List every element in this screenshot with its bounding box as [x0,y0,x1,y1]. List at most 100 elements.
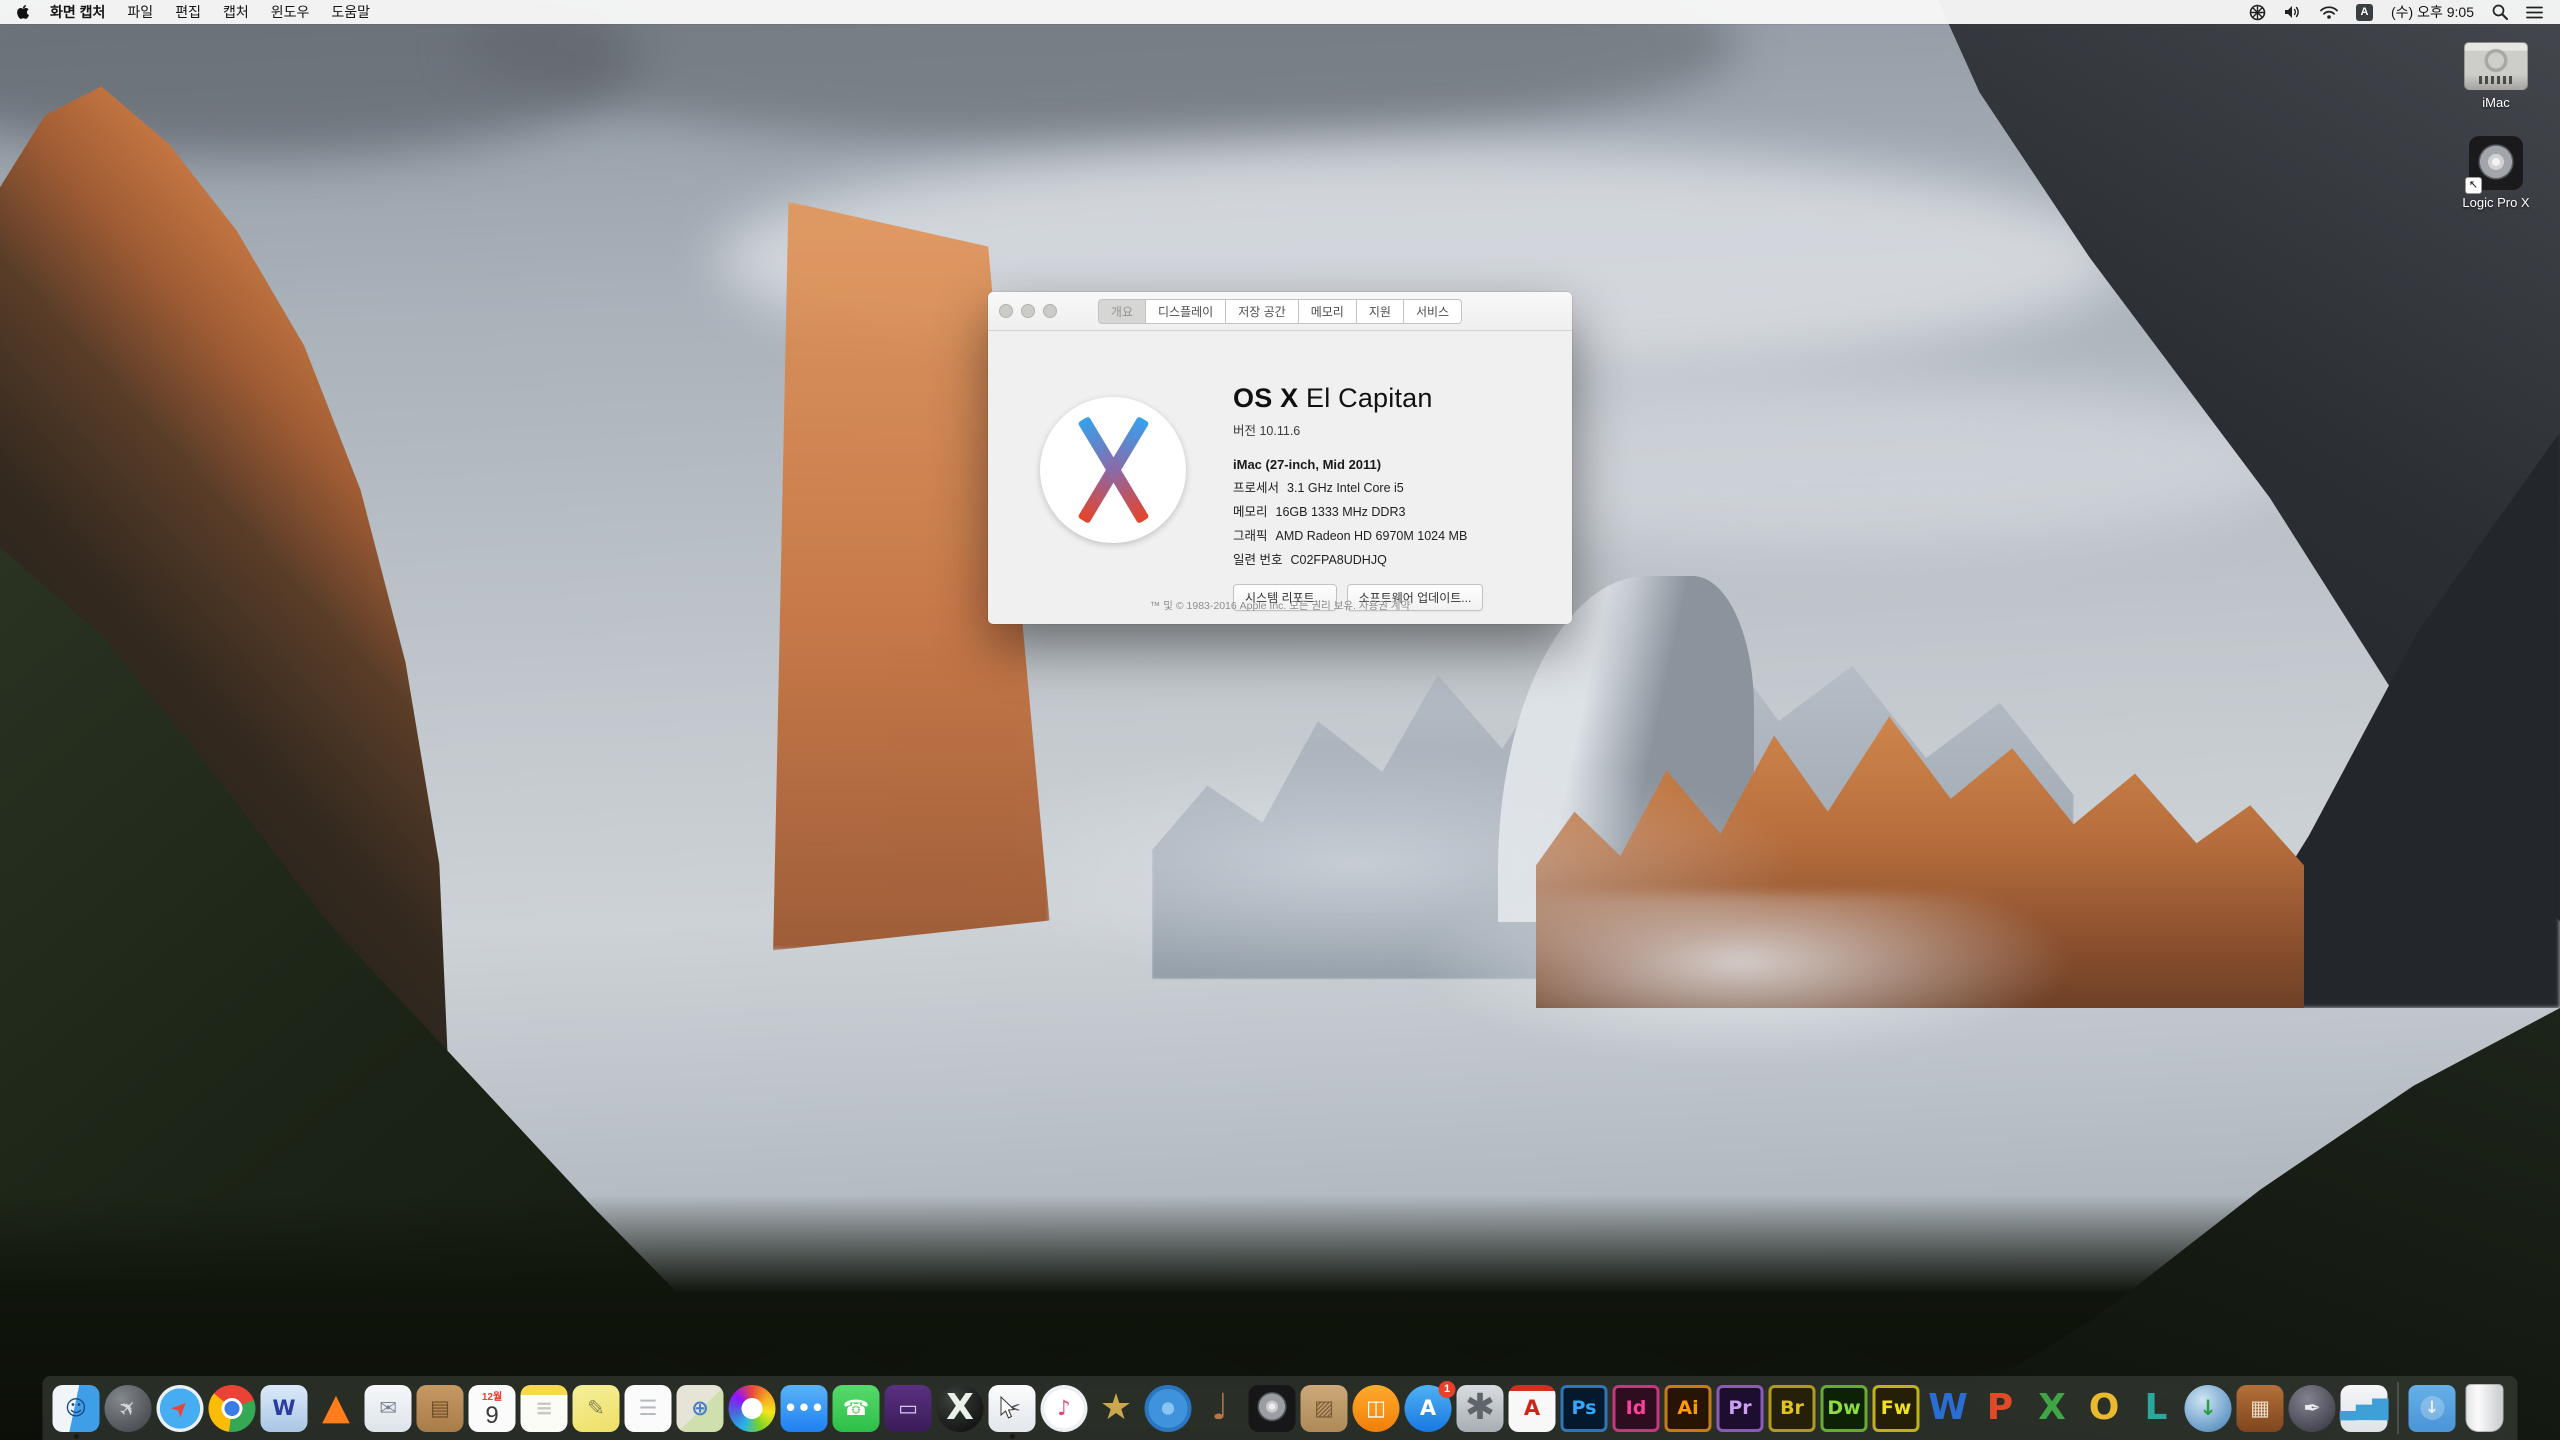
dock-acrobat[interactable]: A [1509,1385,1556,1432]
itunes-glyph: ♪ [1057,1398,1070,1419]
dock-notes[interactable]: ≡ [521,1385,568,1432]
about-tabs: 개요디스플레이저장 공간메모리지원서비스 [1098,299,1462,324]
tab-개요[interactable]: 개요 [1098,299,1146,324]
dock-lync[interactable]: L [2133,1385,2180,1432]
tab-메모리[interactable]: 메모리 [1298,299,1357,324]
minimize-button[interactable] [1021,304,1035,318]
dock-idvd[interactable] [1145,1385,1192,1432]
zoom-button[interactable] [1043,304,1057,318]
dock-outlook[interactable]: O [2081,1385,2128,1432]
powerpoint-glyph: P [1987,1390,2013,1426]
input-source-indicator: A [2356,4,2373,21]
calendar-month: 12월 [482,1388,502,1403]
spec-label: 그래픽 [1233,529,1268,543]
dock-finder[interactable]: ☺ [53,1385,100,1432]
word-glyph: W [1928,1390,1968,1426]
mail-glyph: ✉ [379,1398,397,1419]
indesign-glyph: Id [1626,1399,1647,1418]
spec-row: 그래픽AMD Radeon HD 6970M 1024 MB [1233,525,1563,544]
vlc-glyph: ▲ [322,1390,350,1426]
finder-glyph: ☺ [65,1398,87,1419]
dock-maps[interactable]: ⊕ [677,1385,724,1432]
window-titlebar[interactable]: 개요디스플레이저장 공간메모리지원서비스 [988,292,1572,331]
menubar-menus: 화면 캡처파일편집캡처윈도우도움말 [39,0,381,24]
dock-launchpad[interactable]: ✈ [105,1385,152,1432]
apple-menu-icon[interactable] [0,4,39,20]
dock-app-store[interactable]: A1 [1405,1385,1452,1432]
dock-vlc[interactable]: ▲ [313,1385,360,1432]
dock-word[interactable]: W [1925,1385,1972,1432]
dock-dreamweaver[interactable]: Dw [1821,1385,1868,1432]
input-source-indicator[interactable]: A [2347,4,2382,21]
alias-arrow-icon: ↖ [2465,177,2482,194]
dock-facetime[interactable]: ☎ [833,1385,880,1432]
dock-keynote[interactable]: ▦ [2237,1385,2284,1432]
dock-system-preferences[interactable]: ✱ [1457,1385,1504,1432]
lync-glyph: L [2145,1390,2168,1426]
volume-icon[interactable] [2275,5,2311,19]
menu-item[interactable]: 파일 [116,0,164,24]
system-preferences-glyph: ✱ [1465,1390,1495,1426]
dock-messages[interactable]: ••• [781,1385,828,1432]
x-media-sphere-glyph: X [946,1390,974,1426]
dock-photoshop[interactable]: Ps [1561,1385,1608,1432]
menu-item[interactable]: 윈도우 [260,0,321,24]
close-button[interactable] [999,304,1013,318]
tab-저장 공간[interactable]: 저장 공간 [1225,299,1299,324]
dock-garageband[interactable]: ♩ [1197,1385,1244,1432]
dock-downloads-folder[interactable]: ↓ [2409,1385,2456,1432]
dreamweaver-glyph: Dw [1827,1399,1860,1418]
bridge-glyph: Br [1780,1399,1804,1418]
fan-utility-icon[interactable] [2240,4,2275,21]
dock-itunes[interactable]: ♪ [1041,1385,1088,1432]
dock-x-media-sphere[interactable]: X [937,1385,984,1432]
dock-safari[interactable]: ➤ [157,1385,204,1432]
menu-app[interactable]: 화면 캡처 [39,0,116,24]
dock-numbers[interactable]: ▃▅▇ [2341,1385,2388,1432]
tab-서비스[interactable]: 서비스 [1403,299,1462,324]
tab-디스플레이[interactable]: 디스플레이 [1145,299,1226,324]
dock-speed-download[interactable]: ↓ [2185,1385,2232,1432]
dock-contacts[interactable]: ▤ [417,1385,464,1432]
menu-item[interactable]: 편집 [164,0,212,24]
idvd-icon [1145,1385,1192,1432]
dock-webhard[interactable]: W [261,1385,308,1432]
dock-fireworks[interactable]: Fw [1873,1385,1920,1432]
dock-stickies[interactable]: ✎ [573,1385,620,1432]
dock-imovie[interactable]: ★ [1093,1385,1140,1432]
menubar-clock[interactable]: (수) 오후 9:05 [2382,0,2483,24]
dock-bridge[interactable]: Br [1769,1385,1816,1432]
webhard-glyph: W [272,1398,295,1419]
dock-reminders[interactable]: ☰ [625,1385,672,1432]
iweb-glyph: ▨ [1314,1398,1334,1419]
dock-photos[interactable] [729,1385,776,1432]
dock-illustrator[interactable]: Ai [1665,1385,1712,1432]
dock-excel[interactable]: X [2029,1385,2076,1432]
downloads-folder-glyph: ↓ [2420,1396,2444,1420]
menu-item[interactable]: 캡처 [212,0,260,24]
spotlight-icon[interactable] [2483,4,2517,20]
spec-label: 일련 번호 [1233,553,1282,567]
notification-center-icon[interactable] [2517,6,2552,19]
dock-trash[interactable] [2461,1385,2508,1432]
dock-ibooks[interactable]: ◫ [1353,1385,1400,1432]
spec-label: 메모리 [1233,505,1268,519]
dock-pages[interactable]: ✒ [2289,1385,2336,1432]
dock-powerpoint[interactable]: P [1977,1385,2024,1432]
dock-calendar[interactable]: 12월9 [469,1385,516,1432]
dock-mail[interactable]: ✉ [365,1385,412,1432]
dock-chrome[interactable] [209,1385,256,1432]
dock-indesign[interactable]: Id [1613,1385,1660,1432]
dock-logic-pro-x[interactable] [1249,1385,1296,1432]
dock-premiere[interactable]: Pr [1717,1385,1764,1432]
tab-지원[interactable]: 지원 [1356,299,1404,324]
desktop-icon-imac-hd[interactable]: iMac [2440,42,2552,110]
spec-row: 프로세서3.1 GHz Intel Core i5 [1233,477,1563,496]
desktop-icon-logic-pro-x-alias[interactable]: ↖Logic Pro X [2440,136,2552,210]
menu-item[interactable]: 도움말 [320,0,381,24]
dock-iweb[interactable]: ▨ [1301,1385,1348,1432]
wifi-icon[interactable] [2311,6,2347,19]
logic-pro-x-icon: ↖ [2469,136,2523,190]
wallpaper [0,0,2560,1440]
dock-toast[interactable]: ▭ [885,1385,932,1432]
